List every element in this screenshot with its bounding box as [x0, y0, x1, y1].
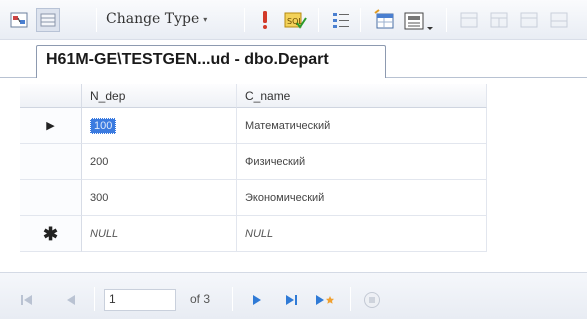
current-row-arrow-icon: ▶ — [46, 120, 55, 132]
column-header-c-name[interactable]: C_name — [237, 84, 487, 108]
toolbar-separator — [96, 8, 97, 32]
toolbar-disabled-button[interactable] — [548, 10, 570, 30]
last-record-button[interactable] — [280, 289, 302, 311]
cell-n-dep[interactable]: 300 — [82, 180, 237, 216]
group-by-icon — [333, 13, 349, 28]
verify-sql-button[interactable]: SQL — [282, 8, 308, 32]
new-record-button[interactable] — [312, 289, 338, 311]
column-header-n-dep[interactable]: N_dep — [82, 84, 237, 108]
cell-c-name[interactable]: Математический — [237, 108, 487, 144]
current-record-input[interactable]: 1 — [104, 289, 176, 311]
results-grid-area: N_dep C_name ▶ 100 Математический 200 Фи… — [0, 78, 587, 258]
row-selector[interactable] — [20, 144, 82, 180]
last-record-icon — [286, 295, 297, 305]
table-icon — [520, 12, 538, 28]
table-icon — [460, 12, 478, 28]
cell-value: Математический — [245, 119, 331, 132]
stop-icon — [364, 292, 380, 308]
nav-separator — [350, 287, 351, 311]
exclamation-icon — [263, 11, 267, 29]
toolbar-separator — [360, 8, 361, 32]
toolbar-disabled-button[interactable] — [518, 10, 540, 30]
document-tab-title: H61M-GE\TESTGEN...ud - dbo.Depart — [46, 51, 329, 68]
new-record-icon — [316, 295, 334, 305]
first-record-icon — [21, 295, 32, 305]
cell-value: NULL — [90, 227, 119, 240]
row-selector[interactable]: ✱ — [20, 216, 82, 252]
record-count-label: of 3 — [190, 292, 211, 306]
cell-value: Экономический — [245, 191, 325, 204]
add-table-icon — [374, 9, 394, 29]
grid-corner-header[interactable] — [20, 84, 82, 108]
new-row[interactable]: ✱ NULL NULL — [20, 216, 487, 252]
table-icon — [550, 12, 568, 28]
row-selector[interactable]: ▶ — [20, 108, 82, 144]
column-header-label: N_dep — [90, 88, 126, 103]
group-by-button[interactable] — [330, 9, 352, 31]
table-row[interactable]: 200 Физический — [20, 144, 487, 180]
change-type-label: Change Type — [106, 11, 200, 27]
cell-value: 200 — [90, 155, 109, 168]
show-diagram-pane-button[interactable] — [8, 10, 30, 30]
previous-record-icon — [67, 295, 75, 305]
stop-button[interactable] — [360, 288, 384, 312]
new-row-asterisk-icon: ✱ — [42, 223, 59, 244]
toolbar-separator — [244, 8, 245, 32]
toolbar-separator — [318, 8, 319, 32]
next-record-icon — [253, 295, 261, 305]
first-record-button[interactable] — [16, 289, 38, 311]
cell-value: NULL — [245, 227, 274, 240]
cell-value: 300 — [90, 191, 109, 204]
cell-value: Физический — [245, 155, 306, 168]
document-tab[interactable]: H61M-GE\TESTGEN...ud - dbo.Depart — [36, 45, 386, 78]
cell-c-name[interactable]: NULL — [237, 216, 487, 252]
row-selector[interactable] — [20, 180, 82, 216]
cell-c-name[interactable]: Физический — [237, 144, 487, 180]
previous-record-button[interactable] — [60, 289, 82, 311]
grid-header-row: N_dep C_name — [20, 84, 487, 108]
table-row[interactable]: ▶ 100 Математический — [20, 108, 487, 144]
record-navigation-bar: 1 of 3 — [0, 272, 587, 319]
nav-separator — [232, 287, 233, 311]
change-type-dropdown[interactable]: Change Type ▾ — [106, 11, 207, 27]
column-header-label: C_name — [245, 88, 291, 103]
cell-n-dep[interactable]: 200 — [82, 144, 237, 180]
add-derived-table-button[interactable] — [402, 8, 436, 34]
nav-separator — [94, 287, 95, 311]
show-criteria-pane-button[interactable] — [36, 8, 60, 32]
toolbar-disabled-button[interactable] — [458, 10, 480, 30]
execute-sql-button[interactable] — [256, 9, 274, 31]
criteria-pane-icon — [40, 13, 56, 27]
query-designer-toolbar: Change Type ▾ SQL — [0, 0, 587, 40]
current-record-value: 1 — [109, 292, 116, 306]
table-row[interactable]: 300 Экономический — [20, 180, 487, 216]
cell-c-name[interactable]: Экономический — [237, 180, 487, 216]
results-grid: N_dep C_name ▶ 100 Математический 200 Фи… — [20, 84, 487, 252]
toolbar-separator — [446, 8, 447, 32]
next-record-button[interactable] — [246, 289, 268, 311]
add-table-button[interactable] — [372, 8, 398, 32]
cell-n-dep[interactable]: NULL — [82, 216, 237, 252]
cell-value: 100 — [90, 117, 117, 134]
derived-table-icon — [404, 12, 433, 30]
verify-sql-icon: SQL — [284, 12, 307, 29]
chevron-down-icon: ▾ — [203, 14, 208, 24]
toolbar-disabled-button[interactable] — [488, 10, 510, 30]
table-icon — [490, 12, 508, 28]
cell-n-dep[interactable]: 100 — [82, 108, 237, 144]
diagram-pane-icon — [10, 12, 28, 28]
